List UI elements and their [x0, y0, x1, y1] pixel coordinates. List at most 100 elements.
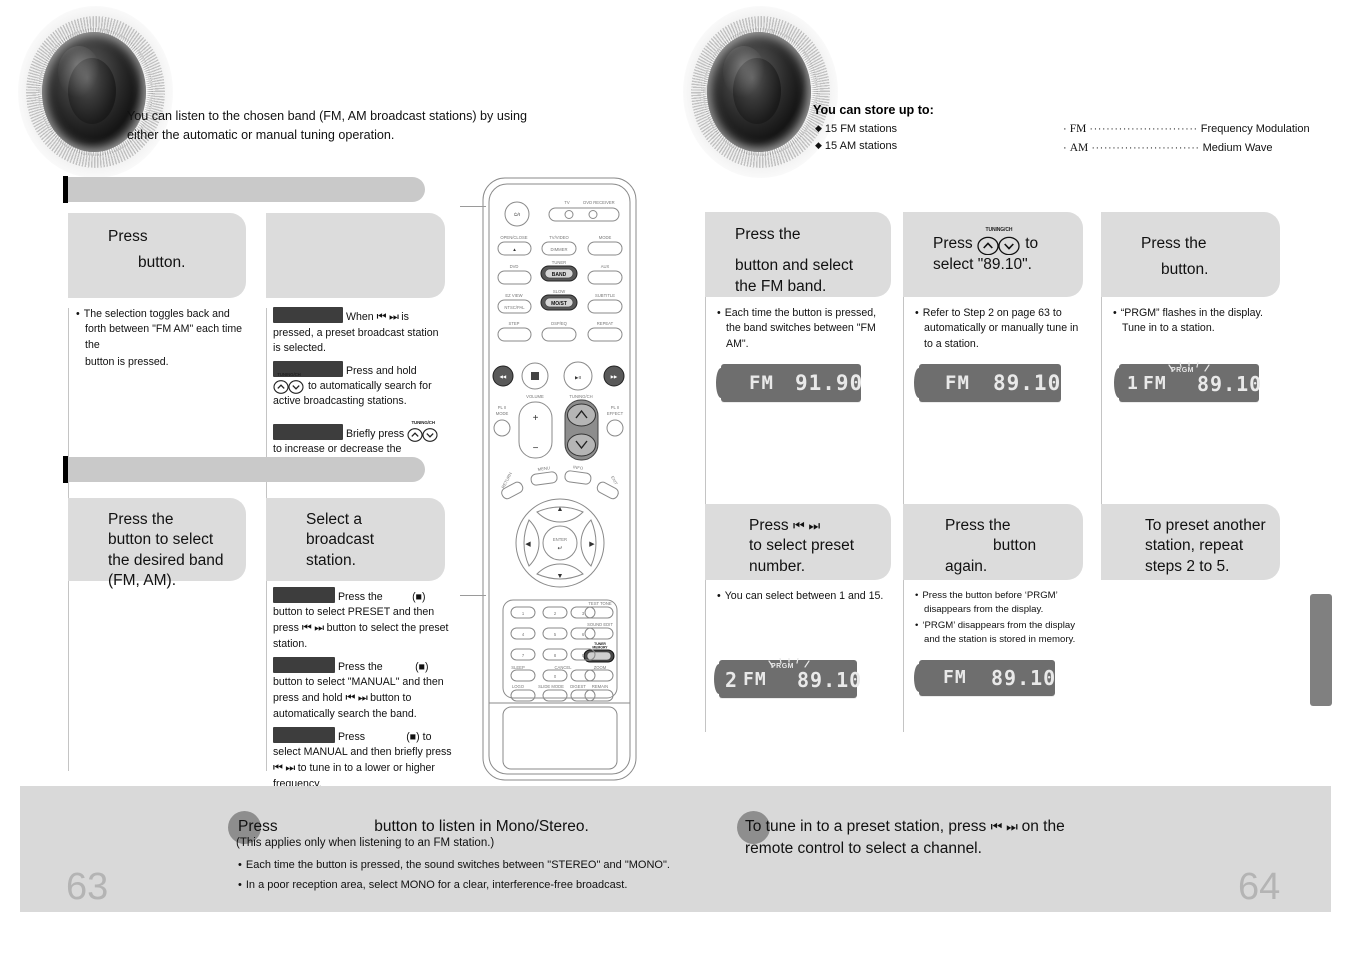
- step-card-4-item-2: Press the (■) button to select "MANUAL" …: [273, 657, 452, 722]
- next-track-icon: ⏭: [357, 691, 368, 704]
- right-step-2-head-line2: select "89.10".: [933, 256, 1032, 273]
- redaction-chip: [273, 307, 343, 323]
- svg-text:5: 5: [554, 632, 557, 637]
- right-step-card-1: Press the button and select the FM band.…: [705, 212, 891, 515]
- glossary-dots: ··························: [1089, 123, 1198, 135]
- glossary-term: AM: [1069, 141, 1089, 154]
- svg-text:1: 1: [522, 611, 525, 616]
- svg-text:8: 8: [554, 653, 557, 658]
- display-frequency: 89.10: [1197, 372, 1263, 396]
- page-number-left: 63: [66, 866, 109, 908]
- store-item-fm: ◆ 15 FM stations: [815, 123, 898, 135]
- display-frequency: 91.90: [795, 371, 864, 395]
- right-step-4-head-line2: to select preset number.: [749, 537, 855, 575]
- speaker-illustration-left: [18, 6, 173, 178]
- svg-text:7: 7: [522, 653, 525, 658]
- redaction-chip: [273, 657, 335, 674]
- display-band: FM: [749, 372, 774, 394]
- step-card-1-head-line1: Press: [108, 228, 148, 245]
- svg-text:REPEAT: REPEAT: [597, 321, 614, 326]
- right-step-2-head-line1: Press TUNING/CH to: [933, 227, 1069, 255]
- glossary-definition: Medium Wave: [1202, 141, 1273, 154]
- right-step-1-body: Each time the button is pressed, the ban…: [705, 297, 897, 360]
- next-track-icon: ⏭: [285, 761, 295, 774]
- svg-text:MODE: MODE: [496, 411, 509, 416]
- step-card-4-heading: Select a broadcast station.: [266, 498, 445, 581]
- glossary-list: · FM ·························· Frequenc…: [1063, 120, 1310, 157]
- prev-track-icon: ⏮: [792, 518, 805, 533]
- right-step-2-bullet: Refer to Step 2 on page 63 to automatica…: [915, 306, 1089, 352]
- svg-text:◀◀: ◀◀: [499, 374, 507, 379]
- right-step-3-body: “PRGM” flashes in the display. Tune in t…: [1101, 297, 1293, 345]
- svg-text:4: 4: [522, 632, 525, 637]
- display-band: FM: [945, 372, 970, 394]
- svg-text:LOGO: LOGO: [512, 684, 525, 689]
- svg-text:+: +: [533, 413, 539, 424]
- tuning-ch-label: TUNING/CH: [985, 227, 1013, 233]
- glossary-term: FM: [1069, 123, 1087, 135]
- svg-text:INFO: INFO: [573, 464, 584, 470]
- step-card-1-bullet-1: The selection toggles back and forth bet…: [76, 307, 250, 353]
- svg-text:REMAIN: REMAIN: [592, 684, 608, 689]
- display-band: FM: [943, 667, 967, 688]
- next-track-icon: ⏭: [314, 621, 324, 634]
- right-step-2-divider: [903, 297, 904, 515]
- step-card-4-divider: [266, 581, 267, 771]
- right-step-5-head-line2: button: [993, 537, 1037, 555]
- diamond-bullet-icon: ◆: [815, 140, 822, 151]
- right-step-4-head-line1: Press ⏮ ⏭: [749, 517, 820, 534]
- display-panel-step-1: FM 91.90: [716, 364, 864, 402]
- tuning-ch-label: TUNING/CH: [411, 419, 435, 425]
- right-step-5-bullet-2: ‘PRGM’ disappears from the display and t…: [915, 619, 1093, 647]
- glossary-definition: Frequency Modulation: [1200, 123, 1310, 135]
- glossary-bullet-icon: ·: [1063, 123, 1067, 135]
- right-step-4-divider: [705, 580, 706, 732]
- svg-text:MENU: MENU: [537, 465, 550, 472]
- svg-text:EFFECT: EFFECT: [607, 411, 624, 416]
- svg-text:▶II: ▶II: [575, 375, 581, 380]
- svg-text:EXIT: EXIT: [610, 475, 619, 486]
- svg-text:SUBTITLE: SUBTITLE: [595, 293, 615, 298]
- step-card-1-heading: Press button.: [68, 213, 246, 298]
- right-step-1-head-line2: button and select the FM band.: [735, 257, 854, 295]
- store-item-am: ◆ 15 AM stations: [815, 140, 898, 153]
- svg-text:MEMORY: MEMORY: [592, 646, 608, 650]
- svg-text:TV: TV: [564, 200, 570, 205]
- svg-text:OPEN/CLOSE: OPEN/CLOSE: [500, 235, 527, 240]
- prev-track-icon: ⏮: [345, 691, 355, 704]
- right-step-4-body: You can select between 1 and 15.: [705, 580, 897, 612]
- store-capacity-title: You can store up to:: [813, 103, 934, 117]
- right-step-5-heading: Press the button again.: [903, 504, 1083, 580]
- svg-text:MO/ST: MO/ST: [551, 301, 567, 307]
- step-card-4: Select a broadcast station. Press the (■…: [266, 498, 452, 798]
- right-step-card-2: Press TUNING/CH to select "89.10". Refer…: [903, 212, 1083, 515]
- right-step-3-head-line1: Press the: [1141, 235, 1207, 252]
- right-step-5-head-line3: again.: [945, 557, 988, 575]
- step-card-3-divider: [68, 581, 69, 771]
- redaction-chip: [273, 423, 343, 440]
- intro-paragraph: You can listen to the chosen band (FM, A…: [127, 109, 527, 142]
- svg-text:⏻/I: ⏻/I: [514, 212, 520, 217]
- svg-text:DIGEST: DIGEST: [570, 684, 586, 689]
- right-step-1-head-line1: Press the: [735, 226, 801, 243]
- right-step-2-body: Refer to Step 2 on page 63 to automatica…: [903, 297, 1095, 360]
- right-step-3-heading: Press the button.: [1101, 212, 1280, 297]
- svg-text:TEST TONE: TEST TONE: [588, 601, 611, 606]
- svg-text:▶▶: ▶▶: [610, 374, 618, 379]
- right-step-card-3: Press the button. “PRGM” flashes in the …: [1101, 212, 1280, 515]
- step-card-2-body: When ⏮ ⏭ is pressed, a preset broadcast …: [266, 298, 452, 479]
- display-frequency: 89.10: [991, 666, 1057, 690]
- redaction-chip: [273, 587, 335, 603]
- svg-text:PL II: PL II: [498, 405, 506, 410]
- step-card-1: Press button. The selection toggles back…: [68, 213, 256, 771]
- note-left-title: Press button to listen in Mono/Stereo.: [238, 818, 589, 835]
- right-step-1-heading: Press the button and select the FM band.: [705, 212, 891, 297]
- step-card-4-item-3: Press (■) to select MANUAL and then brie…: [273, 727, 452, 792]
- prev-track-icon: ⏮: [273, 761, 283, 774]
- note-left-subtitle: (This applies only when listening to an …: [236, 837, 495, 849]
- step-card-4-head-line2: station.: [306, 551, 356, 569]
- step-card-3-heading: Press the button to select the desired b…: [68, 498, 246, 589]
- glossary-bullet-icon: ·: [1063, 141, 1067, 154]
- tuning-up-down-icon: TUNING/CH: [977, 227, 1021, 255]
- right-step-6-heading: To preset another station, repeat steps …: [1101, 504, 1280, 580]
